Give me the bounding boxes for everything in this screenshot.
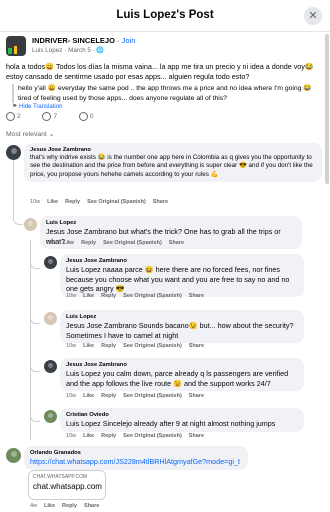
- reply-button[interactable]: Reply: [65, 199, 80, 205]
- comment-text: Jesus Jose Zambrano Sounds bacano😉 but..…: [66, 321, 294, 340]
- see-original-button[interactable]: See Original (Spanish): [87, 199, 146, 205]
- like-button[interactable]: Like: [47, 199, 58, 205]
- post-text: hola a todos😀 Todos los días la misma va…: [6, 62, 314, 81]
- reply-button[interactable]: Reply: [62, 503, 77, 509]
- comment-bubble: Orlando Granados https://chat.whatsapp.c…: [24, 446, 248, 470]
- sort-comments-dropdown[interactable]: Most relevant ⌄: [6, 130, 54, 138]
- shares-count[interactable]: 0: [78, 112, 104, 121]
- comment-actions: 10w Like Reply See Original (Spanish) Share: [66, 393, 205, 399]
- close-icon[interactable]: ✕: [304, 7, 322, 25]
- commenter-name[interactable]: Luis Lopez: [46, 219, 296, 227]
- avatar[interactable]: [44, 312, 57, 325]
- flag-icon: ⚑: [12, 104, 20, 110]
- group-avatar[interactable]: [6, 36, 26, 56]
- comment-icon: [42, 112, 52, 121]
- scrollbar[interactable]: [325, 34, 329, 184]
- post-dialog-header: Luis Lopez's Post ✕: [0, 0, 330, 32]
- thread-connector: [30, 310, 40, 324]
- post-translation: hello y'all 😀 everyday the same pod .. t…: [12, 84, 322, 103]
- post-header: INDRIVER- SINCELEJO · Join Luis Lopez · …: [6, 36, 306, 58]
- comment-bubble: Cristian Oviedo Luis Lopez Sincelejo alr…: [60, 408, 304, 432]
- preview-site: chat.whatsapp.com: [33, 482, 102, 491]
- see-original-button[interactable]: See Original (Spanish): [103, 240, 162, 246]
- comment-actions: 10w Like Reply See Original (Spanish) Share: [30, 199, 169, 205]
- comment-text: Luis Lopez you calm down, parce already …: [66, 369, 289, 388]
- comment-text: Luis Lopez Sincelejo already after 9 at …: [66, 419, 276, 428]
- avatar[interactable]: [44, 360, 57, 373]
- avatar[interactable]: [44, 410, 57, 423]
- share-button[interactable]: Share: [189, 343, 204, 349]
- hide-translation-link[interactable]: Hide Translation: [19, 104, 62, 110]
- see-original-button[interactable]: See Original (Spanish): [123, 433, 182, 439]
- commenter-name[interactable]: Jesus Jose Zambrano: [66, 257, 298, 265]
- like-icon: [6, 112, 15, 121]
- thread-connector: [30, 358, 40, 372]
- preview-domain: CHAT.WHATSAPP.COM: [33, 474, 88, 480]
- comments-count[interactable]: 7: [42, 112, 67, 121]
- hide-translation: ⚑ Hide Translation: [12, 103, 62, 110]
- comment-bubble: Jesus Jose Zambrano that's why indrive e…: [24, 143, 322, 182]
- post-date[interactable]: March 5: [68, 47, 91, 54]
- share-button[interactable]: Share: [153, 199, 168, 205]
- reply-button[interactable]: Reply: [101, 433, 116, 439]
- like-button[interactable]: Like: [83, 343, 94, 349]
- reply-button[interactable]: Reply: [101, 393, 116, 399]
- share-button[interactable]: Share: [189, 433, 204, 439]
- dialog-title: Luis Lopez's Post: [116, 9, 214, 21]
- like-button[interactable]: Like: [63, 240, 74, 246]
- comment-bubble: Jesus Jose Zambrano Luis Lopez you calm …: [60, 358, 304, 391]
- see-original-button[interactable]: See Original (Spanish): [123, 343, 182, 349]
- share-button[interactable]: Share: [84, 503, 99, 509]
- thread-connector: [30, 408, 40, 422]
- comment-actions: 10w Like Reply See Original (Spanish) Share: [66, 433, 205, 439]
- like-button[interactable]: Like: [83, 293, 94, 299]
- comment-actions: 10w Like Reply See Original (Spanish) Share: [66, 293, 205, 299]
- share-button[interactable]: Share: [169, 240, 184, 246]
- avatar[interactable]: [6, 448, 21, 463]
- reply-button[interactable]: Reply: [101, 343, 116, 349]
- comment-actions: 4w Like Reply Share: [30, 503, 100, 509]
- like-button[interactable]: Like: [83, 433, 94, 439]
- author-link[interactable]: Luis Lopez: [32, 47, 62, 54]
- like-button[interactable]: Like: [44, 503, 55, 509]
- avatar[interactable]: [6, 145, 21, 160]
- avatar[interactable]: [44, 256, 57, 269]
- commenter-name[interactable]: Luis Lopez: [66, 313, 298, 321]
- avatar[interactable]: [24, 218, 37, 231]
- share-button[interactable]: Share: [189, 393, 204, 399]
- commenter-name[interactable]: Jesus Jose Zambrano: [30, 146, 316, 154]
- post-stats: 2 7 0: [6, 112, 114, 121]
- group-name-link[interactable]: INDRIVER- SINCELEJO: [32, 36, 115, 45]
- like-button[interactable]: Like: [83, 393, 94, 399]
- commenter-name[interactable]: Orlando Granados: [30, 449, 242, 457]
- share-icon: [78, 112, 88, 121]
- comment-bubble: Luis Lopez Jesus Jose Zambrano Sounds ba…: [60, 310, 304, 343]
- share-button[interactable]: Share: [189, 293, 204, 299]
- comment-text: that's why indrive exists 😂 is the numbe…: [30, 154, 313, 178]
- thread-connector: [13, 205, 23, 225]
- link-preview-card[interactable]: CHAT.WHATSAPP.COM chat.whatsapp.com: [28, 470, 106, 500]
- group-line: INDRIVER- SINCELEJO · Join: [32, 36, 135, 45]
- commenter-name[interactable]: Jesus Jose Zambrano: [66, 361, 298, 369]
- comment-bubble: Jesus Jose Zambrano Luis Lopez naaaa par…: [60, 254, 304, 297]
- reactions-count[interactable]: 2: [6, 112, 31, 121]
- commenter-name[interactable]: Cristian Oviedo: [66, 411, 298, 419]
- whatsapp-link[interactable]: https://chat.whatsapp.com/JS228m4tlBRHlA…: [30, 457, 242, 467]
- see-original-button[interactable]: See Original (Spanish): [123, 293, 182, 299]
- thread-connector: [30, 255, 40, 269]
- see-original-button[interactable]: See Original (Spanish): [123, 393, 182, 399]
- comment-actions: 10w Like Reply See Original (Spanish) Share: [66, 343, 205, 349]
- join-button[interactable]: Join: [122, 36, 136, 45]
- reply-button[interactable]: Reply: [81, 240, 96, 246]
- post-meta: Luis Lopez · March 5 · 🌐: [32, 47, 105, 54]
- reply-button[interactable]: Reply: [101, 293, 116, 299]
- comment-actions: 10w Like Reply See Original (Spanish) Share: [46, 240, 185, 246]
- comment-text: Luis Lopez naaaa parce 😆 here there are …: [66, 265, 290, 293]
- separator: ·: [114, 36, 122, 45]
